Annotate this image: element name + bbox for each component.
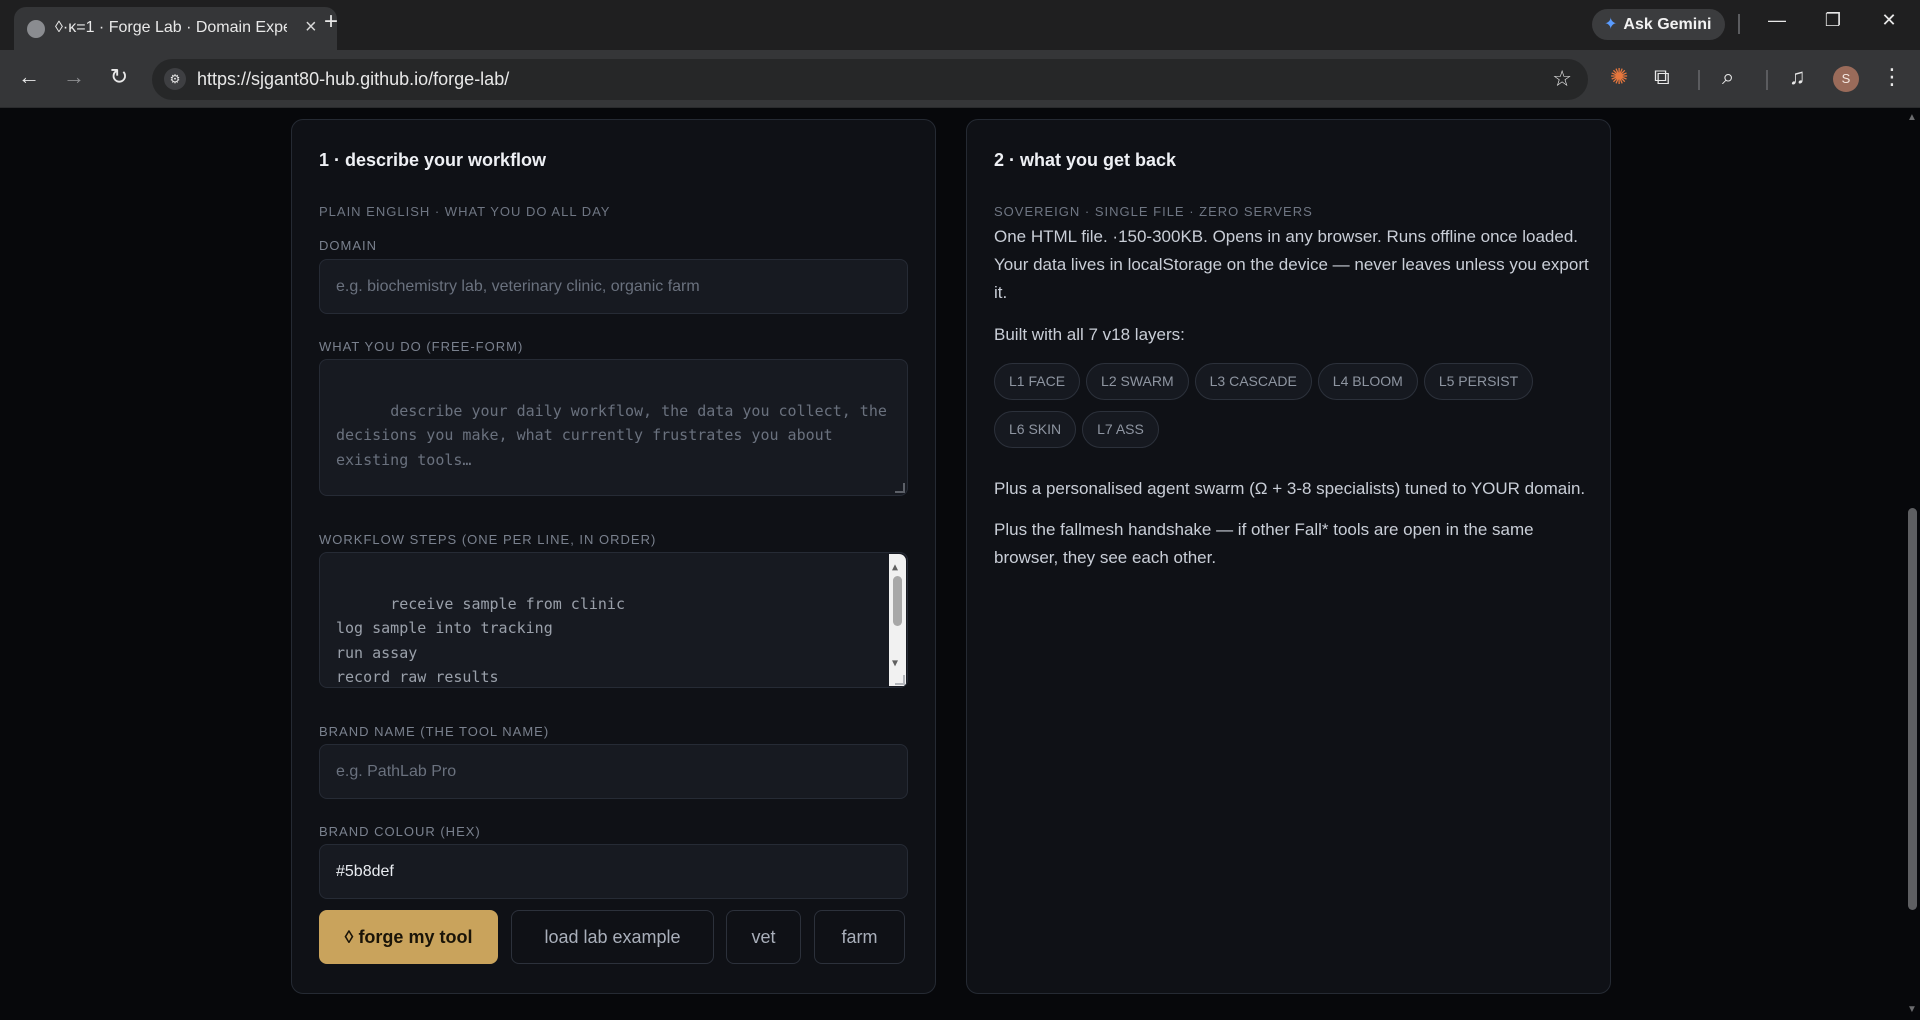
forge-my-tool-button[interactable]: ◊ forge my tool (319, 910, 498, 964)
tab-close-icon[interactable]: × (305, 16, 317, 39)
address-toolbar: ← → ↻ ⚙ https://sjgant80-hub.github.io/f… (0, 50, 1920, 108)
browser-tab-strip: ◊·κ=1 · Forge Lab · Domain Expert × + ✦ A… (0, 0, 1920, 50)
layer-chip: L7 ASS (1082, 411, 1159, 448)
layer-chip: L6 SKIN (994, 411, 1077, 448)
domain-label: DOMAIN (319, 238, 377, 253)
textarea-scroll-thumb[interactable] (893, 576, 902, 626)
agent-swarm-text: Plus a personalised agent swarm (Ω + 3-8… (994, 479, 1586, 498)
fallmesh-text: Plus the fallmesh handshake — if other F… (994, 520, 1534, 567)
load-lab-example-button[interactable]: load lab example (511, 910, 714, 964)
output-description: One HTML file. ·150-300KB. Opens in any … (994, 227, 1589, 302)
describe-workflow-card: 1 · describe your workflow PLAIN ENGLISH… (291, 119, 936, 994)
gemini-sparkle-icon: ✦ (1604, 16, 1618, 33)
forward-arrow-icon[interactable]: → (59, 64, 89, 90)
extensions-puzzle-icon[interactable]: ⧉ (1654, 64, 1670, 90)
scroll-up-arrow-icon[interactable]: ▲ (1907, 112, 1917, 123)
resize-handle-icon[interactable] (895, 483, 905, 493)
toolbar-divider (1698, 70, 1700, 90)
brand-name-input[interactable]: e.g. PathLab Pro (319, 744, 908, 799)
brand-colour-label: BRAND COLOUR (HEX) (319, 824, 481, 839)
ask-gemini-button[interactable]: ✦ Ask Gemini (1592, 9, 1726, 40)
workflow-steps-textarea[interactable]: receive sample from clinic log sample in… (319, 552, 908, 688)
menu-kebab-icon[interactable]: ⋮ (1881, 64, 1903, 90)
ask-gemini-label: Ask Gemini (1623, 16, 1712, 33)
domain-input[interactable]: e.g. biochemistry lab, veterinary clinic… (319, 259, 908, 314)
scroll-down-arrow-icon[interactable]: ▼ (892, 652, 898, 677)
page-viewport: 1 · describe your workflow PLAIN ENGLISH… (0, 108, 1905, 1020)
close-window-button[interactable]: ✕ (1874, 10, 1904, 31)
resize-handle-icon[interactable] (895, 675, 905, 685)
what-you-do-label: WHAT YOU DO (FREE-FORM) (319, 339, 524, 354)
layer-chip: L4 BLOOM (1317, 363, 1418, 400)
brand-colour-input[interactable]: #5b8def (319, 844, 908, 899)
claude-extension-icon[interactable]: ✺ (1610, 64, 1628, 90)
workflow-steps-label: WORKFLOW STEPS (ONE PER LINE, IN ORDER) (319, 532, 657, 547)
restore-window-button[interactable]: ❐ (1818, 10, 1848, 31)
page-scroll-thumb[interactable] (1908, 508, 1917, 910)
new-tab-button[interactable]: + (318, 8, 344, 36)
scroll-down-arrow-icon[interactable]: ▼ (1907, 1004, 1917, 1015)
layer-chip: L3 CASCADE (1194, 363, 1312, 400)
minimize-window-button[interactable]: — (1762, 10, 1792, 31)
workflow-steps-value: receive sample from clinic log sample in… (336, 594, 625, 687)
toolbar-divider (1766, 70, 1768, 90)
page-scrollbar[interactable]: ▲ ▼ (1905, 108, 1920, 1020)
card-title: 1 · describe your workflow (319, 150, 547, 170)
bookmark-star-icon[interactable]: ☆ (1552, 66, 1572, 92)
farm-example-button[interactable]: farm (814, 910, 905, 964)
profile-avatar[interactable]: S (1833, 66, 1859, 92)
tab-search-icon[interactable]: ⌕ (1722, 64, 1734, 90)
what-you-do-textarea[interactable]: describe your daily workflow, the data y… (319, 359, 908, 496)
url-text[interactable]: https://sjgant80-hub.github.io/forge-lab… (197, 69, 509, 90)
layer-chip: L5 PERSIST (1423, 363, 1534, 400)
card-eyebrow: SOVEREIGN · SINGLE FILE · ZERO SERVERS (994, 204, 1313, 219)
card-title: 2 · what you get back (994, 150, 1177, 170)
layer-chip: L1 FACE (994, 363, 1081, 400)
what-you-do-placeholder: describe your daily workflow, the data y… (336, 401, 896, 469)
layer-chip: L2 SWARM (1086, 363, 1189, 400)
globe-icon (27, 20, 45, 38)
reload-icon[interactable]: ↻ (104, 64, 134, 90)
vet-example-button[interactable]: vet (726, 910, 801, 964)
what-you-get-back-card: 2 · what you get back SOVEREIGN · SINGLE… (966, 119, 1611, 994)
brand-name-label: BRAND NAME (THE TOOL NAME) (319, 724, 550, 739)
layer-chip-list: L1 FACE L2 SWARM L3 CASCADE L4 BLOOM L5 PERS… (994, 363, 1594, 459)
back-arrow-icon[interactable]: ← (14, 64, 44, 90)
textarea-scrollbar[interactable]: ▲ ▼ (889, 554, 906, 686)
browser-tab[interactable]: ◊·κ=1 · Forge Lab · Domain Expert × (14, 7, 337, 50)
address-bar[interactable]: ⚙ https://sjgant80-hub.github.io/forge-l… (152, 59, 1588, 100)
tab-title: ◊·κ=1 · Forge Lab · Domain Expert (55, 19, 287, 36)
media-controls-icon[interactable]: ♫ (1789, 64, 1806, 90)
layers-intro: Built with all 7 v18 layers: (994, 325, 1185, 344)
toolbar-divider (1738, 14, 1740, 34)
site-info-icon[interactable]: ⚙ (164, 68, 186, 90)
card-eyebrow: PLAIN ENGLISH · WHAT YOU DO ALL DAY (319, 204, 611, 219)
